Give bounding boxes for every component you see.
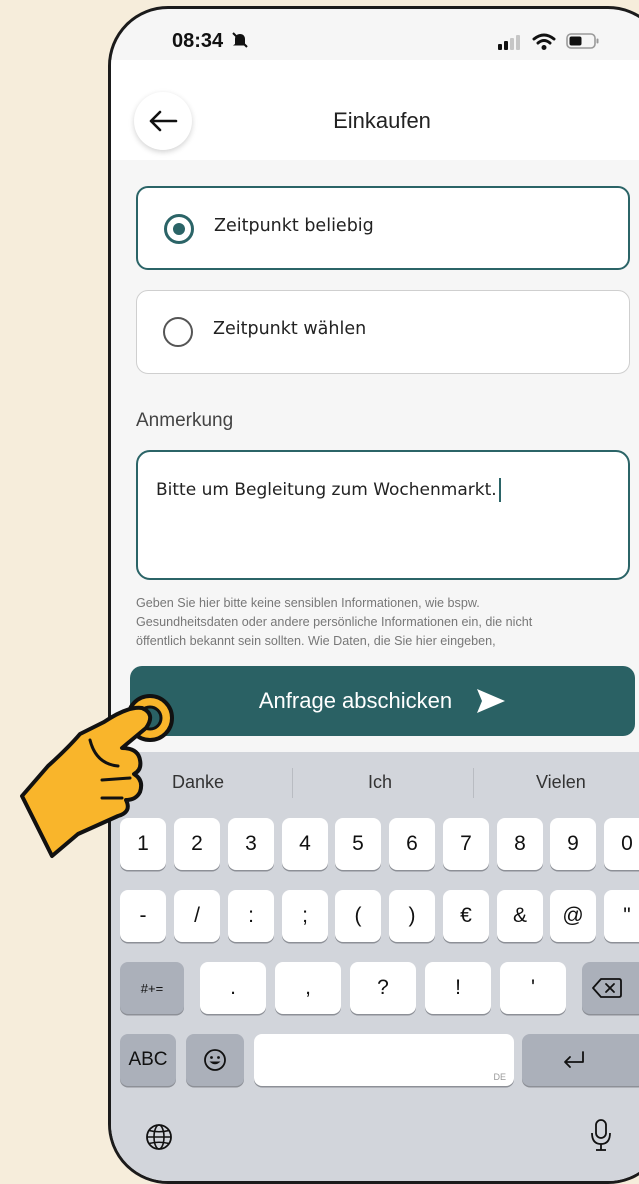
key-exclamation[interactable]: ! <box>425 962 491 1014</box>
key-semicolon[interactable]: ; <box>282 890 328 942</box>
tap-hand-icon <box>20 694 174 858</box>
return-icon <box>564 1051 584 1068</box>
key-space[interactable]: DE <box>254 1034 514 1086</box>
hint-line: Geben Sie hier bitte keine sensiblen Inf… <box>136 596 480 610</box>
option-label: Zeitpunkt beliebig <box>214 216 374 236</box>
key-euro[interactable]: € <box>443 890 489 942</box>
page-title: Einkaufen <box>333 108 431 133</box>
key-minus[interactable]: - <box>120 890 166 942</box>
globe-icon[interactable] <box>144 1122 174 1152</box>
key-at[interactable]: @ <box>550 890 596 942</box>
status-time: 08:34 <box>172 30 249 53</box>
key-apostrophe[interactable]: ' <box>500 962 566 1014</box>
bell-muted-icon <box>232 32 248 48</box>
key-colon[interactable]: : <box>228 890 274 942</box>
suggestion-divider <box>292 768 293 798</box>
radio-unselected-icon <box>163 317 193 347</box>
text-caret <box>498 478 501 502</box>
submit-request-button[interactable]: Anfrage abschicken <box>130 666 635 736</box>
status-time-text: 08:34 <box>172 30 224 52</box>
microphone-icon[interactable] <box>588 1118 614 1154</box>
option-choose-time[interactable]: Zeitpunkt wählen <box>136 290 630 374</box>
emoji-icon <box>204 1049 226 1071</box>
key-paren-open[interactable]: ( <box>335 890 381 942</box>
suggestion-ich[interactable]: Ich <box>368 772 392 793</box>
option-label: Zeitpunkt wählen <box>213 319 367 339</box>
signal-icon <box>498 35 520 50</box>
backspace-icon <box>592 978 622 998</box>
option-any-time[interactable]: Zeitpunkt beliebig <box>136 186 630 270</box>
key-9[interactable]: 9 <box>550 818 596 870</box>
submit-label: Anfrage abschicken <box>258 688 453 713</box>
suggestion-divider <box>473 768 474 798</box>
key-ampersand[interactable]: & <box>497 890 543 942</box>
note-text: Bitte um Begleitung zum Wochenmarkt. <box>156 480 497 500</box>
key-7[interactable]: 7 <box>443 818 489 870</box>
radio-selected-icon <box>164 214 194 244</box>
battery-icon <box>566 33 599 49</box>
suggestion-vielen[interactable]: Vielen <box>536 772 586 793</box>
space-language-hint: DE <box>493 1072 506 1082</box>
key-quote[interactable]: " <box>604 890 639 942</box>
hint-line: Gesundheitsdaten oder andere persönliche… <box>136 615 533 629</box>
key-symbols[interactable]: #+= <box>120 962 184 1014</box>
key-0[interactable]: 0 <box>604 818 639 870</box>
key-paren-close[interactable]: ) <box>389 890 435 942</box>
key-return[interactable] <box>522 1034 639 1086</box>
key-emoji[interactable] <box>186 1034 244 1086</box>
send-icon <box>477 689 506 713</box>
key-5[interactable]: 5 <box>335 818 381 870</box>
phone-frame: 08:34 Einkaufen Zeitpunkt beliebig Zeitp… <box>108 6 639 1184</box>
key-3[interactable]: 3 <box>228 818 274 870</box>
key-comma[interactable]: , <box>275 962 341 1014</box>
note-label: Anmerkung <box>136 410 234 431</box>
note-textarea[interactable]: Bitte um Begleitung zum Wochenmarkt. <box>136 450 630 580</box>
wifi-icon <box>532 33 556 50</box>
hint-line: öffentlich bekannt sein sollten. Wie Dat… <box>136 634 496 648</box>
privacy-hint: Geben Sie hier bitte keine sensiblen Inf… <box>136 594 636 651</box>
key-4[interactable]: 4 <box>282 818 328 870</box>
key-delete[interactable] <box>582 962 639 1014</box>
key-6[interactable]: 6 <box>389 818 435 870</box>
key-period[interactable]: . <box>200 962 266 1014</box>
key-question[interactable]: ? <box>350 962 416 1014</box>
key-8[interactable]: 8 <box>497 818 543 870</box>
key-abc[interactable]: ABC <box>120 1034 176 1086</box>
key-slash[interactable]: / <box>174 890 220 942</box>
